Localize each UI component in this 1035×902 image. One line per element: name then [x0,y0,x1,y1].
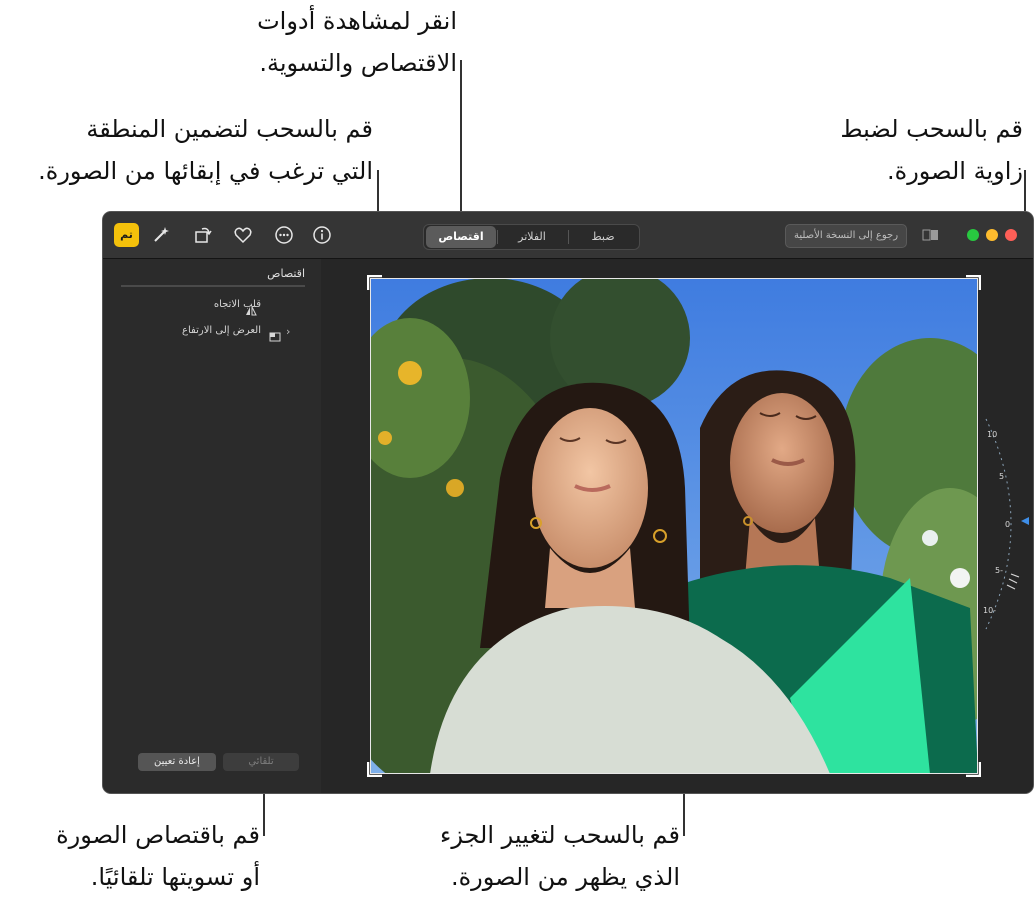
dial-label: 10 [987,430,997,439]
zoom-window-button[interactable] [967,229,979,241]
crop-frame[interactable] [370,278,978,774]
magic-wand-icon[interactable] [150,224,172,246]
callout-text: أو تسويتها تلقائيًا. [90,863,260,891]
callout-text: الاقتصاص والتسوية. [259,49,457,77]
compare-icon[interactable] [922,227,940,241]
crop-handle-bottom-left[interactable] [367,761,383,777]
crop-handle-top-right[interactable] [965,275,981,291]
callout-text: قم بالسحب لضبط [840,115,1023,143]
divider [121,285,305,287]
auto-crop-button[interactable]: تلقائي [223,753,299,771]
heart-icon[interactable] [232,224,254,246]
callout-angle: قم بالسحب لضبط زاوية الصورة. [840,108,1023,192]
crop-sidebar: اقتصاص قلب الاتجاه العرض إلى الارتفاع › … [103,259,322,793]
tab-adjust[interactable]: ضبط [568,225,638,249]
flip-icon [245,301,257,316]
callout-include-area: قم بالسحب لتضمين المنطقة التي ترغب في إب… [38,108,373,192]
edit-mode-tabs: اقتصاص الفلاتر ضبط [423,224,640,250]
sidebar-title: اقتصاص [267,267,305,280]
crop-handle-bottom-right[interactable] [965,761,981,777]
callout-text: التي ترغب في إبقائها من الصورة. [38,157,373,185]
dial-indicator-icon [1021,517,1029,525]
aspect-ratio-label: العرض إلى الارتفاع [182,325,261,336]
rotate-icon[interactable] [192,224,214,246]
callout-text: زاوية الصورة. [886,157,1023,185]
callout-crop-tools: انقر لمشاهدة أدوات الاقتصاص والتسوية. [257,0,457,84]
callout-text: قم بالسحب لتغيير الجزء [440,821,680,849]
callout-text: انقر لمشاهدة أدوات [257,7,457,35]
callout-move: قم بالسحب لتغيير الجزء الذي يظهر من الصو… [440,814,680,898]
info-icon[interactable] [311,224,333,246]
tab-filters[interactable]: الفلاتر [497,225,567,249]
callout-text: الذي يظهر من الصورة. [450,863,680,891]
callout-text: قم بالسحب لتضمين المنطقة [86,115,373,143]
dial-label: 0 [1005,520,1010,529]
toolbar: تم اقتصاص الفلاتر ضبط رجوع إلى النسخة ال… [103,212,1033,259]
callout-auto: قم باقتصاص الصورة أو تسويتها تلقائيًا. [56,814,260,898]
chevron-right-icon[interactable]: › [286,325,290,338]
aspect-ratio-menu[interactable]: العرض إلى الارتفاع [182,325,261,336]
reset-button[interactable]: إعادة تعيين [138,753,216,771]
dial-label: 5 [999,472,1004,481]
leader-line-tools [460,60,462,230]
done-button[interactable]: تم [114,223,139,247]
aspect-ratio-icon [269,327,281,342]
photo-canvas[interactable]: 10 5 0 5- 10- [321,259,1033,793]
revert-to-original-button[interactable]: رجوع إلى النسخة الأصلية [785,224,907,248]
dial-label: 5- [995,566,1003,575]
straighten-dial[interactable]: 10 5 0 5- 10- [981,409,1033,639]
tab-crop[interactable]: اقتصاص [426,226,496,248]
photos-window: تم اقتصاص الفلاتر ضبط رجوع إلى النسخة ال… [103,212,1033,793]
crop-handle-top-left[interactable] [367,275,383,291]
dial-label: 10- [983,606,996,615]
callout-text: قم باقتصاص الصورة [56,821,260,849]
minimize-window-button[interactable] [986,229,998,241]
close-window-button[interactable] [1005,229,1017,241]
more-icon[interactable] [273,224,295,246]
